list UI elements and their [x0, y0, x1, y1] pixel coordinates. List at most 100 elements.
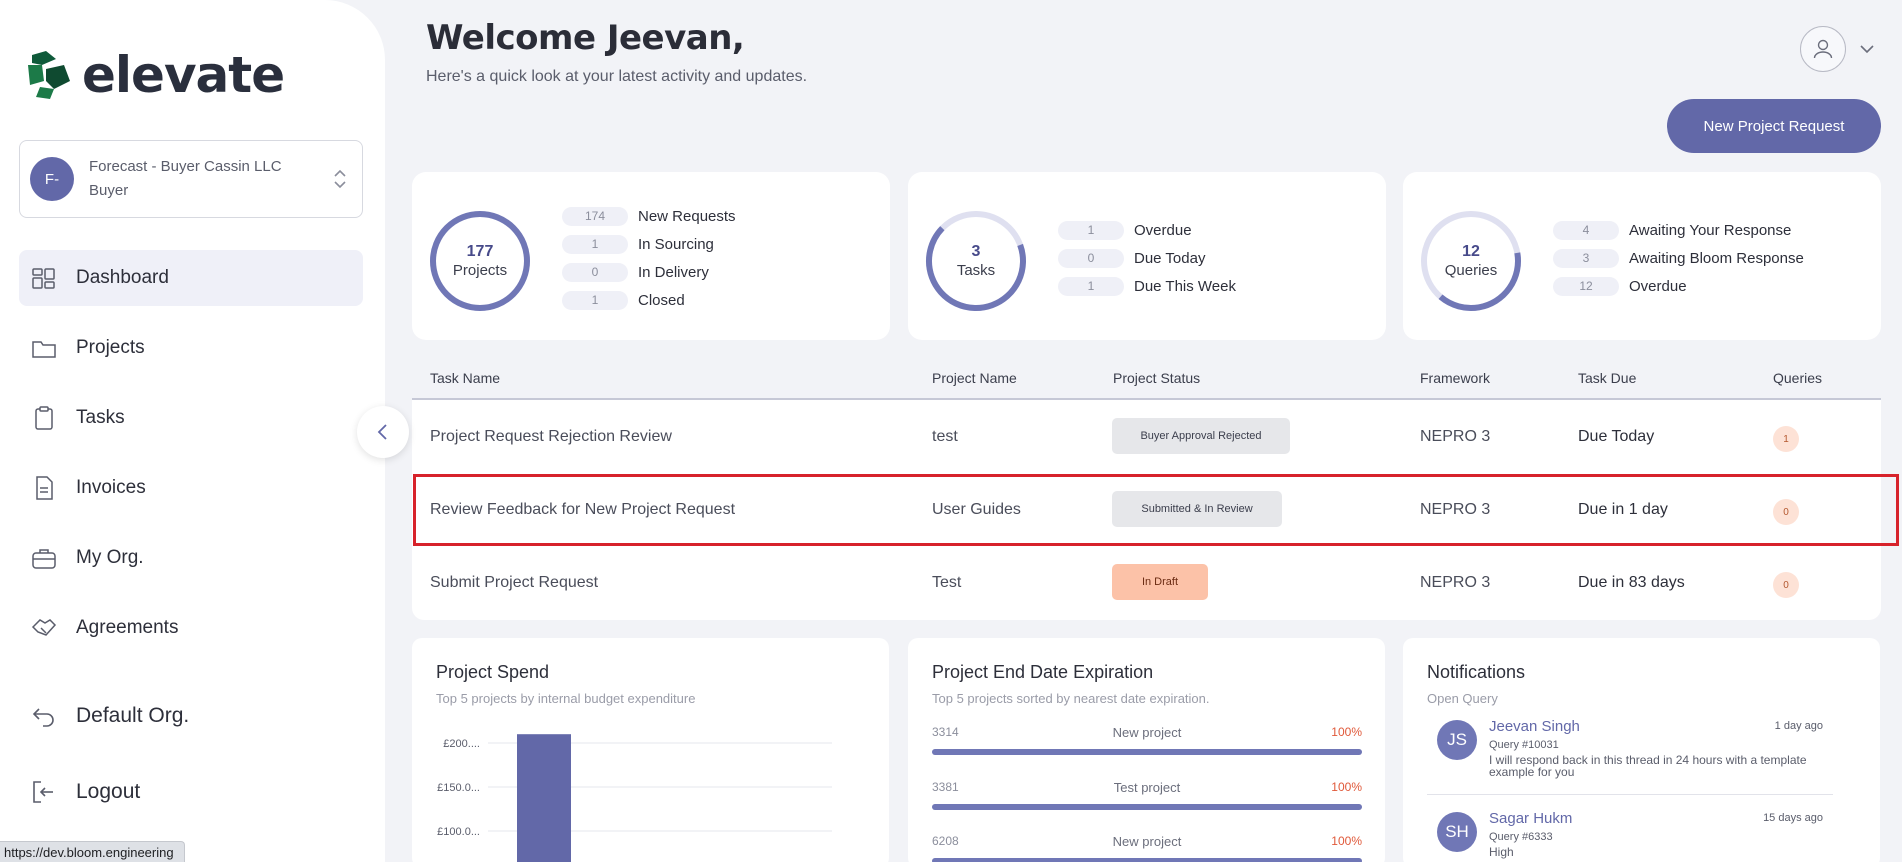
chevron-up-down-icon [334, 169, 346, 189]
nav-item-agreements[interactable]: Agreements [19, 600, 363, 656]
stat-row: 1 Due This Week [1058, 272, 1236, 300]
queries-count-badge[interactable]: 0 [1773, 572, 1799, 598]
folder-icon [32, 341, 56, 358]
panel-subtitle: Open Query [1427, 691, 1498, 706]
brand-name: elevate [82, 46, 285, 104]
notification-sender[interactable]: Sagar Hukm [1489, 810, 1572, 827]
nav-item-dashboard[interactable]: Dashboard [19, 250, 363, 306]
queries-count-badge[interactable]: 0 [1773, 499, 1799, 525]
notification-divider [1427, 794, 1833, 795]
notifications-panel: Notifications Open Query JS Jeevan Singh… [1403, 638, 1880, 862]
task-name[interactable]: Review Feedback for New Project Request [430, 501, 735, 519]
panel-subtitle: Top 5 projects sorted by nearest date ex… [932, 691, 1210, 706]
nav-label-dashboard: Dashboard [76, 267, 169, 288]
nav-label-invoices: Invoices [76, 477, 146, 498]
logout-icon [33, 781, 53, 803]
tasks-table: Task Name Project Name Project Status Fr… [412, 358, 1881, 620]
tasks-ring-label: 3 Tasks [924, 209, 1028, 313]
table-row[interactable]: Review Feedback for New Project Request … [412, 475, 1881, 548]
nav-item-my-org[interactable]: My Org. [19, 530, 363, 586]
col-task-name[interactable]: Task Name [430, 370, 500, 386]
stat-label: Due This Week [1134, 277, 1236, 295]
stat-row: 4 Awaiting Your Response [1553, 216, 1804, 244]
status-badge: Submitted & In Review [1112, 491, 1282, 527]
sidebar-collapse-button[interactable] [357, 406, 409, 458]
stat-row: 12 Overdue [1553, 272, 1804, 300]
stat-label: Closed [638, 291, 685, 309]
expiration-project-name: New project [1112, 834, 1182, 849]
panel-title: Project Spend [436, 662, 550, 682]
framework: NEPRO 3 [1420, 501, 1491, 518]
tasks-stat-card[interactable]: 3 Tasks 1 Overdue 0 Due Today 1 Due This We… [908, 172, 1386, 340]
spend-bar[interactable] [517, 734, 571, 862]
projects-stat-card[interactable]: 177 Projects 174 New Requests 1 In Sourcin… [412, 172, 890, 340]
welcome-heading: Welcome Jeevan, [426, 18, 745, 58]
chevron-down-icon [1860, 45, 1874, 54]
stat-count: 4 [1553, 220, 1619, 240]
panel-title: Project End Date Expiration [932, 662, 1154, 682]
stat-row: 174 New Requests [562, 202, 736, 230]
expiration-progress-fill [932, 749, 1362, 755]
col-framework[interactable]: Framework [1420, 370, 1490, 386]
table-row[interactable]: Project Request Rejection Review test Bu… [412, 402, 1881, 475]
main-nav: Dashboard Projects Tasks Invoices My Org… [19, 250, 363, 670]
col-queries[interactable]: Queries [1773, 370, 1822, 386]
stat-count: 1 [562, 234, 628, 254]
stat-row: 1 In Sourcing [562, 230, 736, 258]
nav-item-invoices[interactable]: Invoices [19, 460, 363, 516]
avatar: JS [1437, 720, 1477, 760]
queries-total-label: Queries [1444, 262, 1498, 279]
notification-sender[interactable]: Jeevan Singh [1489, 718, 1580, 735]
tasks-total-label: Tasks [956, 262, 996, 279]
avatar: SH [1437, 812, 1477, 852]
project-spend-panel: Project Spend Top 5 projects by internal… [412, 638, 889, 862]
task-due: Due Today [1578, 428, 1655, 445]
notification-query-id: Query #6333 [1489, 831, 1553, 843]
end-date-expiration-panel: Project End Date Expiration Top 5 projec… [908, 638, 1385, 862]
nav-item-tasks[interactable]: Tasks [19, 390, 363, 446]
expiration-progress-bar [932, 804, 1362, 810]
stat-row: 0 In Delivery [562, 258, 736, 286]
stat-label: Awaiting Bloom Response [1629, 249, 1804, 267]
stat-label: Due Today [1134, 249, 1206, 267]
new-project-request-button[interactable]: New Project Request [1667, 99, 1881, 153]
queries-total: 12 [1462, 243, 1480, 260]
table-row[interactable]: Submit Project Request Test In Draft NEP… [412, 548, 1881, 621]
stat-label: Overdue [1629, 277, 1687, 295]
stat-count: 1 [1058, 220, 1124, 240]
expiration-percent: 100% [1331, 725, 1362, 739]
elevate-logo-icon [28, 51, 70, 99]
task-name[interactable]: Submit Project Request [430, 574, 598, 592]
nav-item-logout[interactable]: Logout [19, 764, 363, 820]
stat-label: Awaiting Your Response [1629, 221, 1792, 239]
task-name[interactable]: Project Request Rejection Review [430, 428, 672, 446]
user-menu[interactable] [1800, 26, 1874, 72]
projects-total: 177 [466, 243, 494, 260]
stat-row: 1 Overdue [1058, 216, 1236, 244]
queries-count-badge[interactable]: 1 [1773, 426, 1799, 452]
col-project-name[interactable]: Project Name [932, 370, 1017, 386]
task-due: Due in 83 days [1578, 574, 1685, 591]
nav-label-tasks: Tasks [76, 407, 125, 428]
org-switcher[interactable]: F- Forecast - Buyer Cassin LLC Buyer [19, 140, 363, 218]
stat-label: New Requests [638, 207, 736, 225]
brand-logo[interactable]: elevate [26, 46, 285, 104]
nav-item-default-org[interactable]: Default Org. [19, 688, 363, 744]
framework: NEPRO 3 [1420, 428, 1491, 445]
dashboard-icon [32, 268, 55, 289]
nav-label-agreements: Agreements [76, 617, 179, 638]
nav-item-projects[interactable]: Projects [19, 320, 363, 376]
expiration-progress-bar [932, 858, 1362, 862]
nav-label-default-org: Default Org. [76, 704, 190, 727]
col-project-status[interactable]: Project Status [1113, 370, 1200, 386]
queries-stat-card[interactable]: 12 Queries 4 Awaiting Your Response 3 Awai… [1403, 172, 1881, 340]
stat-count: 0 [1058, 248, 1124, 268]
stat-count: 1 [562, 290, 628, 310]
panel-title: Notifications [1427, 662, 1526, 682]
col-task-due[interactable]: Task Due [1578, 370, 1636, 386]
expiration-project-name: Test project [1113, 780, 1181, 795]
notification-query-id: Query #10031 [1489, 739, 1559, 751]
user-icon [1813, 39, 1833, 59]
spend-tick-label: £200.... [443, 738, 480, 750]
projects-total-label: Projects [452, 262, 508, 279]
